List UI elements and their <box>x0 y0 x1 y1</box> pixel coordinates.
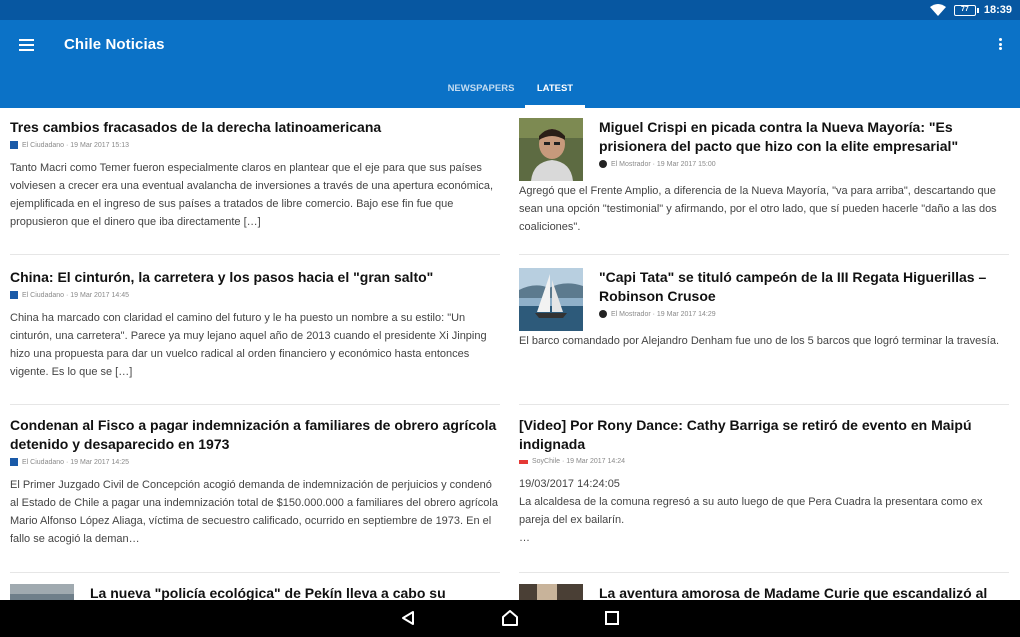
news-card[interactable]: Condenan al Fisco a pagar indemnización … <box>10 416 500 548</box>
news-card[interactable]: "Capi Tata" se tituló campeón de la III … <box>519 268 1009 350</box>
news-list[interactable]: Tres cambios fracasados de la derecha la… <box>0 108 1020 600</box>
wifi-icon <box>929 4 946 16</box>
news-card[interactable]: Miguel Crispi en picada contra la Nueva … <box>519 118 1009 236</box>
article-title: La aventura amorosa de Madame Curie que … <box>599 585 988 600</box>
article-thumbnail <box>519 584 583 600</box>
news-card[interactable]: La nueva "policía ecológica" de Pekín ll… <box>10 584 500 600</box>
article-source: SoyChile · 19 Mar 2017 14:24 <box>519 458 1009 465</box>
article-thumbnail <box>519 268 583 331</box>
overflow-menu-icon[interactable] <box>996 38 1004 54</box>
status-icons: 77 18:39 <box>929 2 1012 18</box>
app-bar: Chile Noticias NEWSPAPERS LATEST <box>0 20 1020 108</box>
article-summary: 19/03/2017 14:24:05 La alcaldesa de la c… <box>519 478 983 544</box>
tab-newspapers[interactable]: NEWSPAPERS <box>438 78 524 108</box>
clock: 18:39 <box>983 4 1012 16</box>
article-thumbnail <box>10 584 74 600</box>
article-summary: El Primer Juzgado Civil de Concepción ac… <box>10 479 498 545</box>
el-ciudadano-icon <box>10 291 18 299</box>
menu-icon[interactable] <box>18 35 40 55</box>
divider <box>519 254 1009 255</box>
article-summary: El barco comandado por Alejandro Denham … <box>519 335 1000 347</box>
article-title: Miguel Crispi en picada contra la Nueva … <box>599 119 959 154</box>
news-card[interactable]: [Video] Por Rony Dance: Cathy Barriga se… <box>519 416 1009 547</box>
news-card[interactable]: La aventura amorosa de Madame Curie que … <box>519 584 1009 600</box>
article-title: China: El cinturón, la carretera y los p… <box>10 269 434 285</box>
status-bar: 77 18:39 <box>0 0 1020 20</box>
article-summary: China ha marcado con claridad el camino … <box>10 312 487 378</box>
article-title: [Video] Por Rony Dance: Cathy Barriga se… <box>519 417 972 452</box>
article-title: La nueva "policía ecológica" de Pekín ll… <box>90 585 446 600</box>
navigation-bar <box>0 600 1020 637</box>
article-title: Condenan al Fisco a pagar indemnización … <box>10 417 497 452</box>
back-icon[interactable] <box>400 610 416 626</box>
divider <box>10 572 500 573</box>
article-source: El Mostrador · 19 Mar 2017 15:00 <box>599 160 1009 168</box>
battery-icon: 77 <box>953 4 979 16</box>
el-mostrador-icon <box>599 160 607 168</box>
article-summary: Agregó que el Frente Amplio, a diferenci… <box>519 185 997 233</box>
el-mostrador-icon <box>599 310 607 318</box>
article-source: El Mostrador · 19 Mar 2017 14:29 <box>599 310 1009 318</box>
divider <box>519 404 1009 405</box>
tab-latest[interactable]: LATEST <box>525 78 585 108</box>
article-source: El Ciudadano · 19 Mar 2017 14:25 <box>10 458 500 466</box>
divider <box>519 572 1009 573</box>
divider <box>10 254 500 255</box>
article-summary: Tanto Macri como Temer fueron especialme… <box>10 162 494 228</box>
article-source: El Ciudadano · 19 Mar 2017 14:45 <box>10 291 500 299</box>
tab-bar: NEWSPAPERS LATEST <box>0 78 1020 108</box>
article-thumbnail <box>519 118 583 181</box>
article-title: Tres cambios fracasados de la derecha la… <box>10 119 382 135</box>
news-card[interactable]: China: El cinturón, la carretera y los p… <box>10 268 500 381</box>
article-source: El Ciudadano · 19 Mar 2017 15:13 <box>10 141 500 149</box>
app-title: Chile Noticias <box>64 36 165 53</box>
home-icon[interactable] <box>501 610 519 626</box>
el-ciudadano-icon <box>10 141 18 149</box>
divider <box>10 404 500 405</box>
recents-icon[interactable] <box>604 610 620 626</box>
article-title: "Capi Tata" se tituló campeón de la III … <box>599 269 987 304</box>
news-card[interactable]: Tres cambios fracasados de la derecha la… <box>10 118 500 231</box>
soychile-icon <box>519 459 528 464</box>
el-ciudadano-icon <box>10 458 18 466</box>
